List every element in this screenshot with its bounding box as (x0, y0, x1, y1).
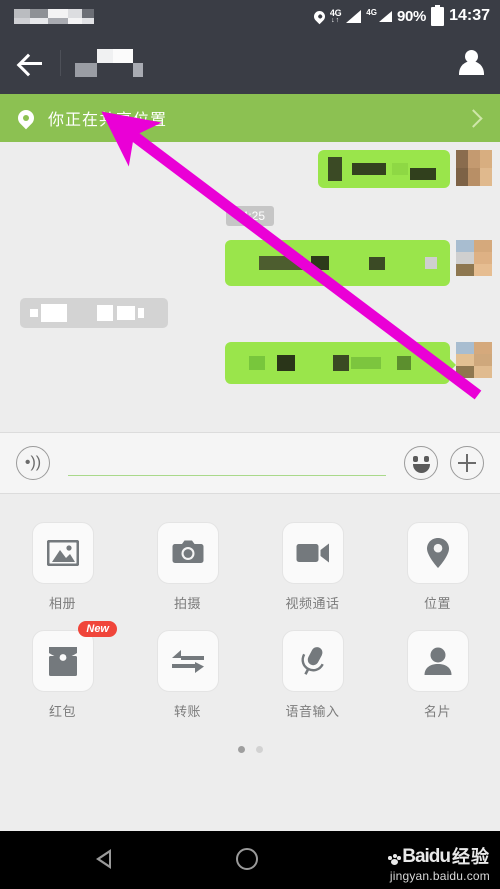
message-timestamp: 14:25 (225, 206, 275, 226)
outgoing-message-bubble[interactable] (225, 342, 456, 384)
status-clock: 14:37 (449, 7, 490, 24)
nav-back-inner-icon (100, 853, 109, 865)
location-pin-icon (406, 522, 469, 584)
avatar[interactable] (456, 342, 492, 378)
chevron-right-icon (464, 108, 483, 128)
emoji-button[interactable] (404, 446, 438, 480)
voice-record-button[interactable]: •)) (16, 446, 50, 480)
data-arrows-icon: ↓↑ (331, 17, 341, 24)
network-type-label-2: 4G (366, 7, 377, 17)
avatar[interactable] (456, 240, 492, 276)
status-bar: 4G ↓↑ 4G 90% 14:37 (0, 0, 500, 32)
attachment-item-red-packet[interactable]: New 红包 (0, 621, 125, 720)
attachment-label: 语音输入 (285, 704, 340, 719)
status-bar-left (14, 8, 314, 24)
page-dot-2[interactable] (255, 746, 263, 753)
watermark-brand: Baidu (402, 846, 451, 867)
attachment-item-voice-input[interactable]: 语音输入 (250, 630, 375, 720)
attachment-label: 视频通话 (285, 596, 340, 611)
camera-icon (156, 522, 219, 584)
microphone-icon-glyph (301, 647, 324, 675)
red-packet-icon-glyph (48, 647, 77, 676)
location-pin-icon-glyph (426, 538, 449, 568)
attachment-panel: 相册 拍摄 视频通话 位置 New 红包 转账 语音输入 名片 (0, 494, 500, 764)
panel-page-indicator (0, 746, 500, 753)
timestamp-row: 14:25 (0, 206, 500, 226)
page-dot-1[interactable] (237, 746, 245, 753)
back-button[interactable] (16, 48, 46, 78)
chat-title-censored (75, 49, 458, 77)
attachment-item-location[interactable]: 位置 (375, 522, 500, 612)
attachment-label: 位置 (423, 596, 451, 611)
attachment-item-camera[interactable]: 拍摄 (125, 522, 250, 612)
video-call-icon-glyph (296, 543, 329, 563)
transfer-icon (156, 630, 219, 692)
smiley-eye-left-icon (413, 456, 418, 462)
message-input-field[interactable] (64, 446, 394, 480)
baidu-watermark: Baidu 经验 jingyan.baidu.com (388, 847, 490, 883)
attachment-grid: 相册 拍摄 视频通话 位置 New 红包 转账 语音输入 名片 (0, 522, 500, 720)
location-sharing-label: 你正在共享位置 (48, 112, 168, 129)
attachment-label: 相册 (48, 596, 76, 611)
status-bar-right: 4G ↓↑ 4G 90% 14:37 (311, 4, 490, 26)
message-input-bar: •)) (0, 432, 500, 494)
android-nav-bar: Baidu 经验 jingyan.baidu.com (0, 831, 500, 889)
location-sharing-banner[interactable]: 你正在共享位置 (0, 94, 500, 142)
smiley-eye-right-icon (424, 456, 429, 462)
attachment-item-video-call[interactable]: 视频通话 (250, 522, 375, 612)
attachment-label: 名片 (423, 704, 451, 719)
microphone-icon (281, 630, 344, 692)
message-row (0, 342, 500, 384)
more-functions-button[interactable] (450, 446, 484, 480)
message-row (0, 150, 500, 188)
network-type-label-1: 4G ↓↑ (329, 8, 342, 25)
battery-percent: 90% (396, 7, 427, 25)
signal-bars-icon-2 (378, 10, 392, 22)
system-message-bubble (20, 298, 168, 328)
watermark-brand-cn: 经验 (452, 847, 490, 867)
system-message-row (0, 298, 500, 328)
attachment-label: 转账 (173, 704, 201, 719)
watermark-url: jingyan.baidu.com (389, 869, 490, 883)
contact-card-icon-glyph (424, 647, 451, 675)
person-body-icon (458, 61, 484, 75)
chat-message-list[interactable]: 14:25 (0, 142, 500, 432)
photo-album-icon-glyph (46, 540, 79, 566)
battery-icon (431, 4, 445, 26)
camera-icon-glyph (172, 540, 203, 563)
photo-album-icon (31, 522, 94, 584)
outgoing-message-bubble[interactable] (318, 150, 450, 188)
message-row (0, 240, 500, 286)
attachment-label: 红包 (48, 704, 76, 719)
outgoing-message-bubble[interactable] (225, 240, 450, 286)
voice-wave-icon: •)) (24, 454, 42, 471)
paw-print-icon (388, 854, 402, 866)
contact-card-icon (406, 630, 469, 692)
location-pin-icon (14, 106, 38, 130)
phone-screen: 4G ↓↑ 4G 90% 14:37 你正在共享位置 14:25 •)) 相册 … (0, 0, 500, 889)
attachment-item-album[interactable]: 相册 (0, 522, 125, 612)
avatar[interactable] (456, 150, 492, 186)
red-packet-icon (31, 630, 94, 692)
attachment-item-contact-card[interactable]: 名片 (375, 630, 500, 720)
transfer-icon-glyph (171, 650, 204, 673)
smiley-mouth-icon (412, 464, 430, 473)
attachment-label: 拍摄 (173, 596, 201, 611)
contact-info-button[interactable] (458, 49, 484, 77)
message-text-input[interactable] (64, 446, 394, 478)
carrier-name-censored (14, 8, 94, 24)
nav-home-circle-icon[interactable] (236, 848, 258, 870)
new-badge: New (78, 621, 117, 637)
location-pin-icon (311, 8, 328, 24)
attachment-item-transfer[interactable]: 转账 (125, 630, 250, 720)
input-underline (68, 475, 386, 476)
signal-bars-icon-1 (346, 9, 362, 23)
toolbar-divider (60, 50, 61, 76)
chat-toolbar (0, 32, 500, 94)
video-call-icon (281, 522, 344, 584)
